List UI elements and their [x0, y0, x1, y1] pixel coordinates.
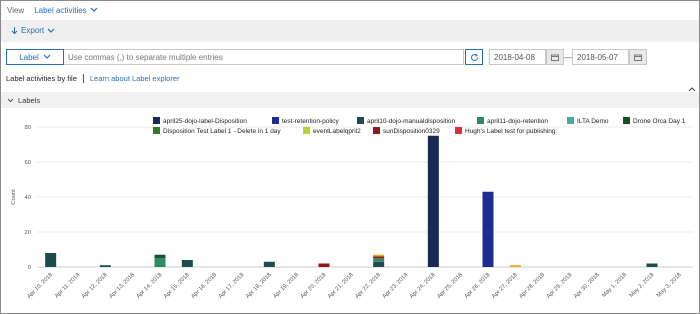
bar-segment	[263, 261, 275, 267]
legend-label: april11-dojo-retention	[487, 118, 548, 125]
bar-segment	[154, 254, 166, 259]
legend-label: Hugh's Label test for publishing	[465, 128, 556, 135]
bar-segment	[373, 254, 385, 257]
legend-label: april10-dojo-manualdisposition	[367, 118, 456, 125]
legend-swatch	[153, 117, 160, 124]
bar-segment	[373, 258, 385, 262]
x-tick-label: Apr 16, 2018	[190, 272, 218, 300]
x-tick-label: Apr 28, 2018	[518, 272, 546, 300]
x-tick-label: Apr 25, 2018	[436, 272, 464, 300]
x-tick-label: Apr 20, 2018	[300, 272, 328, 300]
bar-segment	[373, 261, 385, 267]
y-tick-label: 80	[25, 125, 31, 131]
legend-label: Disposition Test Label 1 - Delete in 1 d…	[163, 128, 281, 135]
x-tick-label: May 1, 2018	[601, 272, 628, 299]
x-tick-label: Apr 19, 2018	[272, 272, 300, 300]
legend-label: april25-dojo-label-Disposition	[163, 118, 247, 125]
labels-chart: 020406080CountApr 10, 2018 Apr 11, 2018 Ap…	[11, 117, 693, 300]
legend-label: test-retention-policy	[282, 118, 339, 125]
legend-swatch	[373, 127, 380, 134]
legend-swatch	[303, 127, 310, 134]
x-tick-label: Apr 18, 2018	[245, 272, 273, 300]
bar-segment	[99, 265, 111, 267]
x-tick-label: Apr 17, 2018	[218, 272, 246, 300]
legend-swatch	[272, 117, 279, 124]
x-tick-label: May 3, 2018	[656, 272, 683, 299]
bar-segment	[318, 263, 330, 267]
bar-segment	[509, 265, 521, 267]
legend-swatch	[567, 117, 574, 124]
legend-label: sunDisposition0329	[383, 128, 440, 135]
x-tick-label: Apr 12, 2018	[81, 272, 109, 300]
x-tick-label: Apr 11, 2018	[54, 272, 81, 299]
legend-swatch	[455, 127, 462, 134]
bar-segment	[45, 253, 57, 267]
bar-segment	[427, 135, 439, 267]
x-tick-label: May 2, 2018	[629, 272, 656, 299]
x-tick-label: Apr 27, 2018	[491, 272, 519, 300]
legend-label: ILTA Demo	[577, 118, 609, 125]
x-tick-label: Apr 21, 2018	[327, 272, 355, 300]
bar-segment	[154, 258, 166, 267]
y-tick-label: 60	[25, 160, 31, 166]
legend-swatch	[477, 117, 484, 124]
x-tick-label: Apr 10, 2018	[26, 272, 54, 300]
legend-swatch	[623, 117, 630, 124]
bar-segment	[373, 256, 385, 259]
x-tick-label: Apr 15, 2018	[163, 272, 191, 300]
y-axis-label: Count	[11, 189, 17, 205]
x-tick-label: Apr 13, 2018	[108, 272, 136, 300]
y-tick-label: 20	[25, 230, 31, 236]
bar-segment	[181, 260, 193, 267]
bar-segment	[646, 263, 658, 267]
x-tick-label: Apr 23, 2018	[382, 272, 410, 300]
x-tick-label: Apr 30, 2018	[573, 272, 601, 300]
legend-label: Drone Orca Day 1	[633, 118, 686, 125]
x-tick-label: Apr 14, 2018	[136, 272, 164, 300]
y-tick-label: 40	[25, 195, 31, 201]
x-tick-label: Apr 29, 2018	[546, 272, 574, 300]
x-tick-label: Apr 22, 2018	[354, 272, 382, 300]
legend-label: eventLabelqpril2	[313, 128, 361, 135]
y-tick-label: 0	[28, 265, 31, 271]
x-tick-label: Apr 26, 2018	[464, 272, 492, 300]
x-tick-label: Apr 24, 2018	[409, 272, 437, 300]
legend-swatch	[357, 117, 364, 124]
legend-swatch	[153, 127, 160, 134]
bar-segment	[482, 191, 494, 267]
